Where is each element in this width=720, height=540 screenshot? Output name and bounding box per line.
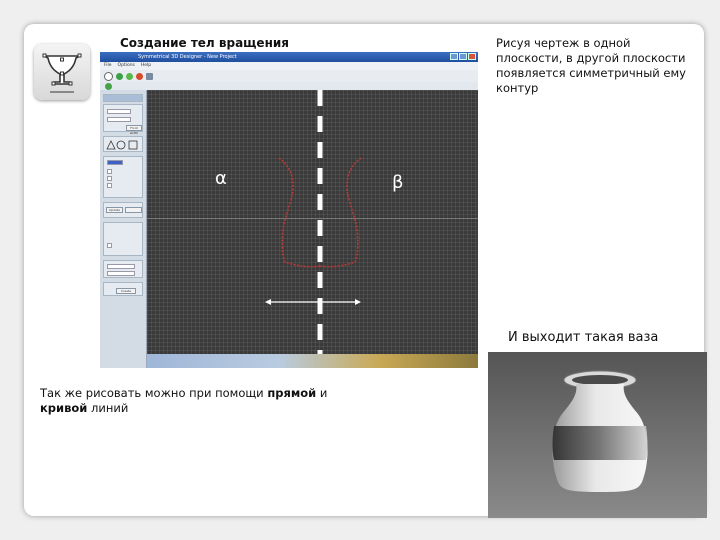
goblet-logo-icon <box>34 44 90 100</box>
settings-icon[interactable] <box>146 72 153 80</box>
panel-settings <box>103 222 143 256</box>
note-text-1: Так же рисовать можно при помощи <box>40 386 268 400</box>
vase-caption: И выходит такая ваза <box>508 330 659 345</box>
checkbox-1[interactable] <box>107 169 112 174</box>
note-bold-straight: прямой <box>267 386 317 400</box>
arrow-left-head <box>265 299 271 305</box>
left-contour <box>278 157 321 268</box>
maximize-button[interactable] <box>459 53 467 60</box>
menu-file[interactable]: File <box>104 62 112 70</box>
shape-icons[interactable] <box>104 138 142 152</box>
panel-values <box>103 260 143 278</box>
value-input-2[interactable] <box>107 271 135 276</box>
toolbar <box>100 70 478 82</box>
front-width-button[interactable]: Front width <box>126 125 142 135</box>
note-text-2: и <box>316 386 328 400</box>
width-input[interactable] <box>107 109 131 114</box>
note-text-3: линий <box>87 401 129 415</box>
menu-options[interactable]: Options <box>118 62 135 70</box>
stop-icon[interactable] <box>136 72 143 80</box>
secondary-toolbar <box>100 82 478 90</box>
drawing-canvas[interactable]: α β <box>147 90 478 354</box>
slide-title: Создание тел вращения <box>120 36 289 50</box>
app-title: Symmetrical 3D Designer - New Project <box>138 54 237 60</box>
note-drawing-tools: Так же рисовать можно при помощи прямой … <box>40 386 370 416</box>
panel-dimensions: Front width <box>103 104 143 135</box>
app-titlebar: Symmetrical 3D Designer - New Project <box>100 52 478 62</box>
selected-option[interactable] <box>107 160 123 165</box>
panel-actions: Update <box>103 202 143 218</box>
panel-header <box>103 94 143 102</box>
app-window: Symmetrical 3D Designer - New Project Fi… <box>100 52 478 368</box>
panel-create: Create <box>103 282 143 296</box>
note-symmetry: Рисуя чертеж в одной плоскости, в другой… <box>496 36 686 95</box>
right-contour <box>319 157 362 268</box>
vase-render-image <box>488 352 707 518</box>
checkbox-3[interactable] <box>107 183 112 188</box>
label-beta: β <box>392 172 404 193</box>
close-button[interactable] <box>468 53 476 60</box>
value-input-1[interactable] <box>107 264 135 269</box>
save-icon[interactable] <box>126 72 133 80</box>
panel-shapes <box>103 136 143 152</box>
minimize-button[interactable] <box>450 53 458 60</box>
status-bar <box>147 354 478 368</box>
new-icon[interactable] <box>104 71 113 81</box>
add-icon[interactable] <box>105 83 112 90</box>
panel-options <box>103 156 143 198</box>
drawing-overlay <box>265 90 362 354</box>
create-button[interactable]: Create <box>116 288 136 294</box>
open-icon[interactable] <box>116 72 123 80</box>
arrow-right-head <box>355 299 361 305</box>
height-input[interactable] <box>107 117 131 122</box>
side-panel: Front width Update Create <box>100 90 147 368</box>
checkbox-4[interactable] <box>107 243 112 248</box>
action-button[interactable] <box>125 207 142 213</box>
menu-help[interactable]: Help <box>141 62 151 70</box>
menubar: File Options Help <box>100 62 478 70</box>
note-bold-curved: кривой <box>40 401 88 415</box>
update-button[interactable]: Update <box>106 207 123 213</box>
label-alpha: α <box>215 168 227 189</box>
checkbox-2[interactable] <box>107 176 112 181</box>
